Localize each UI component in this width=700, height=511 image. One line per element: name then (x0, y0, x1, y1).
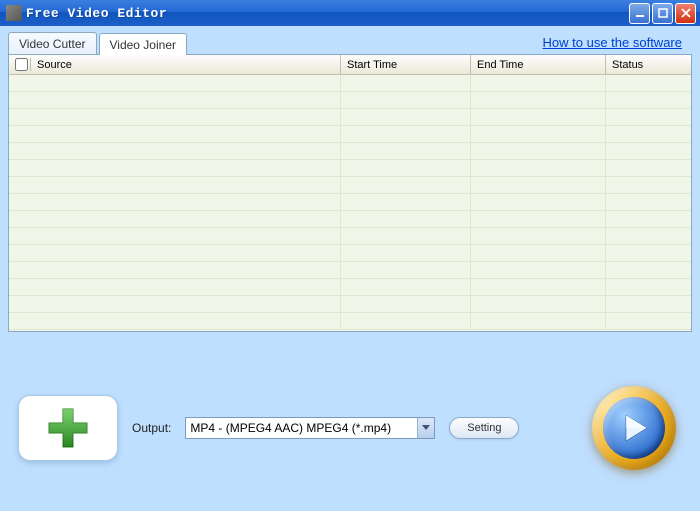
titlebar[interactable]: Free Video Editor (0, 0, 700, 26)
play-orb-inner (603, 397, 665, 459)
tab-bar: Video Cutter Video Joiner How to use the… (8, 30, 692, 54)
list-row (9, 75, 691, 92)
play-icon (617, 411, 651, 445)
file-list: Source Start Time End Time Status (8, 54, 692, 332)
select-all-checkbox[interactable] (15, 58, 28, 71)
client-area: Video Cutter Video Joiner How to use the… (0, 26, 700, 511)
app-window: Free Video Editor Video Cutter Video Joi… (0, 0, 700, 511)
add-file-button[interactable] (18, 395, 118, 461)
plus-icon (45, 405, 91, 451)
col-status[interactable]: Status (606, 55, 673, 74)
window-title: Free Video Editor (26, 6, 629, 21)
close-button[interactable] (675, 3, 696, 24)
dropdown-arrow (417, 418, 434, 438)
col-checkbox[interactable] (9, 58, 31, 71)
play-button[interactable] (592, 386, 676, 470)
tab-video-cutter[interactable]: Video Cutter (8, 32, 97, 54)
maximize-icon (658, 8, 668, 18)
list-header: Source Start Time End Time Status (9, 55, 691, 75)
col-end-time[interactable]: End Time (471, 55, 606, 74)
maximize-button[interactable] (652, 3, 673, 24)
output-label: Output: (132, 421, 171, 435)
setting-button[interactable]: Setting (449, 417, 519, 439)
chevron-down-icon (422, 425, 430, 431)
close-icon (681, 8, 691, 18)
col-source-label[interactable]: Source (31, 59, 340, 71)
col-start-time[interactable]: Start Time (341, 55, 471, 74)
col-source-group: Source (9, 55, 341, 74)
minimize-button[interactable] (629, 3, 650, 24)
app-icon (6, 5, 22, 21)
tab-video-joiner[interactable]: Video Joiner (99, 33, 188, 55)
help-link[interactable]: How to use the software (543, 35, 682, 50)
bottom-toolbar: Output: MP4 - (MPEG4 AAC) MPEG4 (*.mp4) … (8, 332, 692, 505)
window-controls (629, 3, 696, 24)
output-format-value: MP4 - (MPEG4 AAC) MPEG4 (*.mp4) (190, 421, 417, 435)
list-body[interactable] (9, 75, 691, 331)
minimize-icon (635, 8, 645, 18)
output-format-dropdown[interactable]: MP4 - (MPEG4 AAC) MPEG4 (*.mp4) (185, 417, 435, 439)
